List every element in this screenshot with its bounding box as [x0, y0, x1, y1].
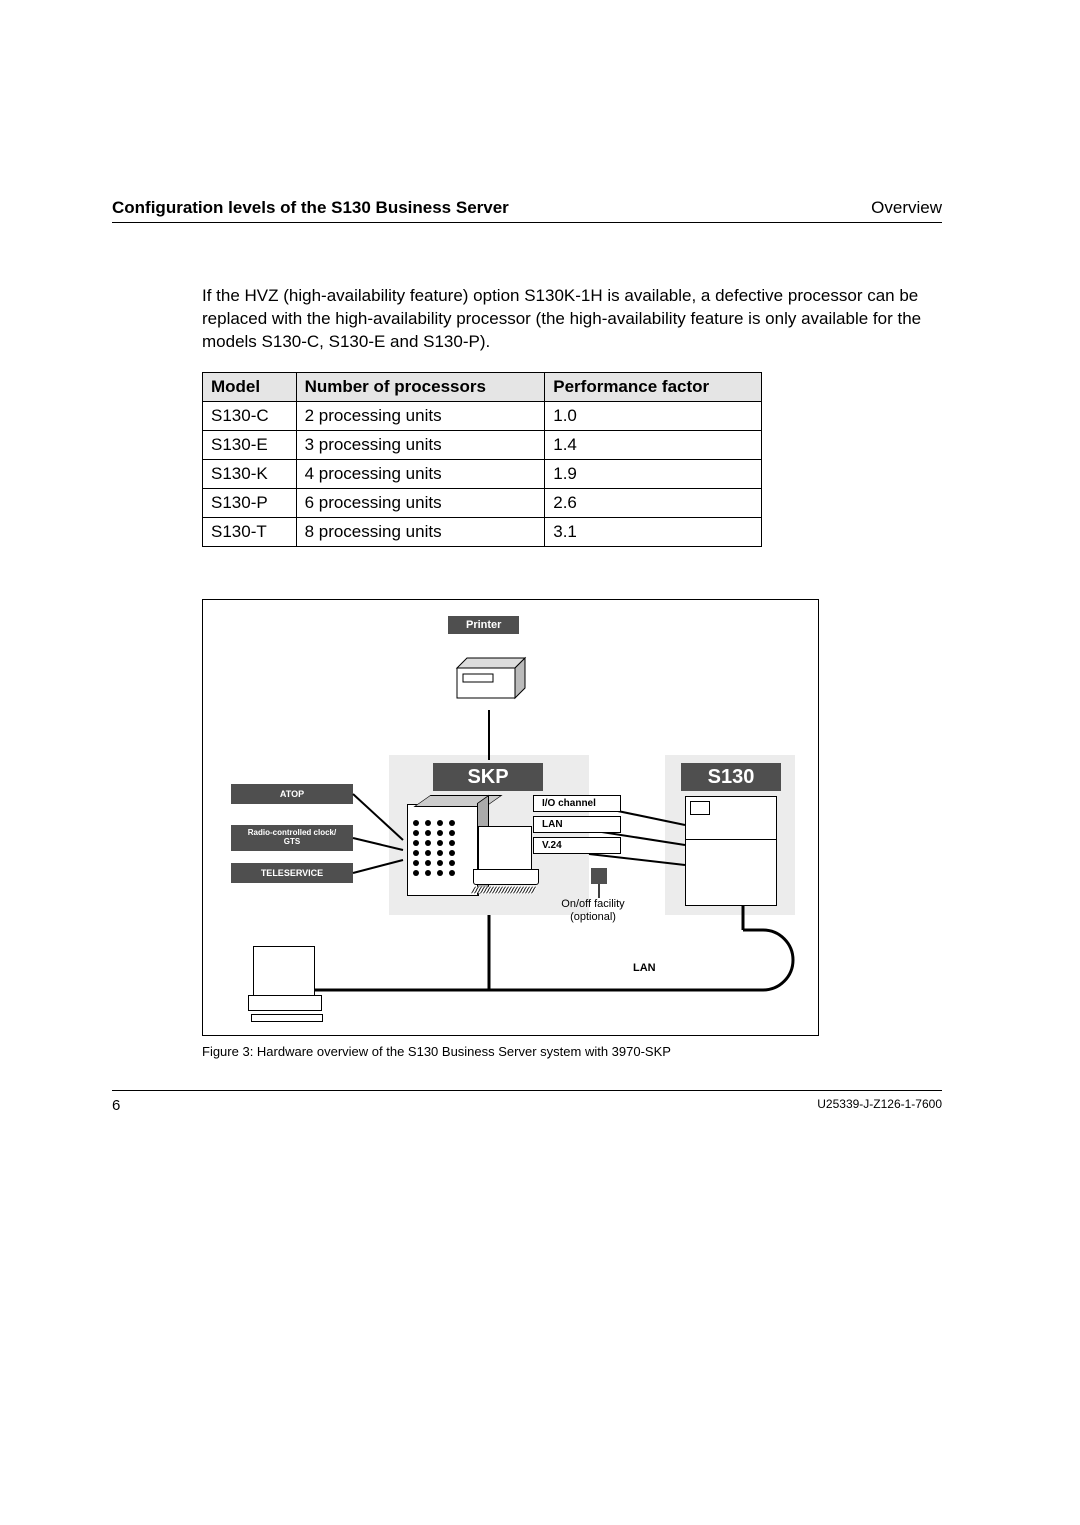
table-row: S130-K4 processing units1.9 [203, 459, 762, 488]
page-header: Configuration levels of the S130 Busines… [112, 198, 942, 223]
v24-label: V.24 [533, 837, 621, 854]
table-row: S130-E3 processing units1.4 [203, 430, 762, 459]
header-left: Configuration levels of the S130 Busines… [112, 198, 509, 218]
tele-label: TELESERVICE [231, 863, 353, 883]
workstation-keyboard-icon [251, 1014, 323, 1022]
lan-loop-label: LAN [633, 962, 656, 974]
skp-title: SKP [433, 763, 543, 791]
table-row: S130-C2 processing units1.0 [203, 401, 762, 430]
workstation-monitor-icon [253, 946, 315, 996]
lan-conn-label: LAN [533, 816, 621, 833]
s130-title: S130 [681, 763, 781, 791]
models-table: Model Number of processors Performance f… [202, 372, 762, 547]
radio-label: Radio-controlled clock/ GTS [231, 825, 353, 851]
intro-paragraph: If the HVZ (high-availability feature) o… [202, 285, 942, 354]
server-leds-icon [413, 820, 463, 876]
monitor-icon [478, 826, 532, 870]
onoff-label: On/off facility(optional) [543, 898, 643, 924]
figure-3: Printer SKP ATOP Radio-controlled [202, 599, 819, 1036]
keyboard-icon [471, 887, 537, 893]
connection-labels: I/O channel LAN V.24 [533, 795, 621, 854]
th-perf: Performance factor [545, 372, 762, 401]
header-right: Overview [871, 198, 942, 218]
io-channel-label: I/O channel [533, 795, 621, 812]
document-id: U25339-J-Z126-1-7600 [817, 1097, 942, 1114]
atop-label: ATOP [231, 784, 353, 804]
table-row: S130-P6 processing units2.6 [203, 488, 762, 517]
table-row: S130-T8 processing units3.1 [203, 517, 762, 546]
printer-label: Printer [448, 616, 519, 634]
page-footer: 6 U25339-J-Z126-1-7600 [112, 1090, 942, 1114]
th-procs: Number of processors [296, 372, 545, 401]
page-number: 6 [112, 1097, 120, 1114]
s130-cabinet-icon [685, 796, 777, 906]
th-model: Model [203, 372, 297, 401]
printer-icon [449, 652, 531, 704]
figure-caption: Figure 3: Hardware overview of the S130 … [202, 1044, 942, 1059]
